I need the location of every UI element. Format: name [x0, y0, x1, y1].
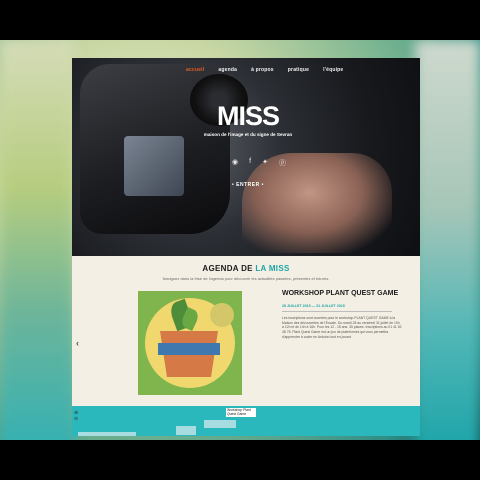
- blurred-right-panel: [415, 40, 480, 460]
- pot-band: [158, 343, 220, 355]
- pinterest-icon[interactable]: ⓟ: [279, 158, 286, 168]
- nav-item-accueil[interactable]: accueil: [186, 67, 204, 73]
- agenda-header: AGENDA DE LA MISS Naviguez dans la frise…: [72, 264, 420, 281]
- camera-screen: [124, 136, 184, 196]
- facebook-icon[interactable]: f: [249, 158, 251, 168]
- logo-word: MISS: [216, 101, 280, 131]
- timeline-event-block[interactable]: [78, 432, 136, 436]
- timeline-event-block[interactable]: [204, 420, 236, 428]
- camera-photo: [80, 64, 248, 234]
- hero-banner: accueil agenda à propos pratique l'équip…: [72, 58, 420, 256]
- event-body: Les inscriptions sont ouvertes pour le w…: [282, 316, 402, 339]
- logo-subtitle: maison de l'image et du signe de Sevran: [203, 132, 293, 137]
- social-links: ◉ f ✦ ⓟ: [232, 158, 286, 168]
- frame-top: [0, 0, 480, 40]
- agenda-title-accent: LA MISS: [255, 264, 290, 273]
- divider: [282, 311, 392, 312]
- agenda-title-prefix: AGENDA DE: [202, 264, 256, 273]
- blurred-left-panel: [0, 40, 75, 460]
- main-nav: accueil agenda à propos pratique l'équip…: [186, 67, 343, 73]
- site-logo[interactable]: MISS maison de l'image et du signe de Se…: [198, 102, 298, 138]
- agenda-title: AGENDA DE LA MISS: [72, 264, 420, 273]
- event-details: WORKSHOP PLANT QUEST GAME 28 JUILLET 201…: [282, 290, 402, 340]
- website-screenshot: accueil agenda à propos pratique l'équip…: [72, 58, 420, 436]
- zoom-controls[interactable]: ⊕ ⊖: [74, 410, 78, 422]
- chevron-left-icon[interactable]: ‹: [76, 338, 79, 348]
- poster-dot: [210, 303, 234, 327]
- frame-bottom: [0, 440, 480, 480]
- nav-item-pratique[interactable]: pratique: [288, 67, 309, 73]
- timeline-event-block[interactable]: [176, 426, 196, 435]
- nav-item-equipe[interactable]: l'équipe: [323, 67, 343, 73]
- rss-icon[interactable]: ◉: [232, 158, 238, 168]
- event-title: WORKSHOP PLANT QUEST GAME: [282, 290, 399, 297]
- hand-photo: [242, 153, 392, 253]
- timeline-event-tag[interactable]: Workshop Plant Quest Game: [226, 408, 256, 417]
- enter-button[interactable]: • ENTRER •: [232, 182, 264, 188]
- nav-item-a-propos[interactable]: à propos: [251, 67, 274, 73]
- nav-item-agenda[interactable]: agenda: [218, 67, 237, 73]
- agenda-subtitle: Naviguez dans la frise de l'agenda pour …: [162, 276, 330, 281]
- background: accueil agenda à propos pratique l'équip…: [0, 0, 480, 480]
- twitter-icon[interactable]: ✦: [262, 158, 268, 168]
- event-date: 28 JUILLET 2015 — 31 JUILLET 2015: [282, 304, 345, 308]
- event-poster[interactable]: [138, 291, 242, 395]
